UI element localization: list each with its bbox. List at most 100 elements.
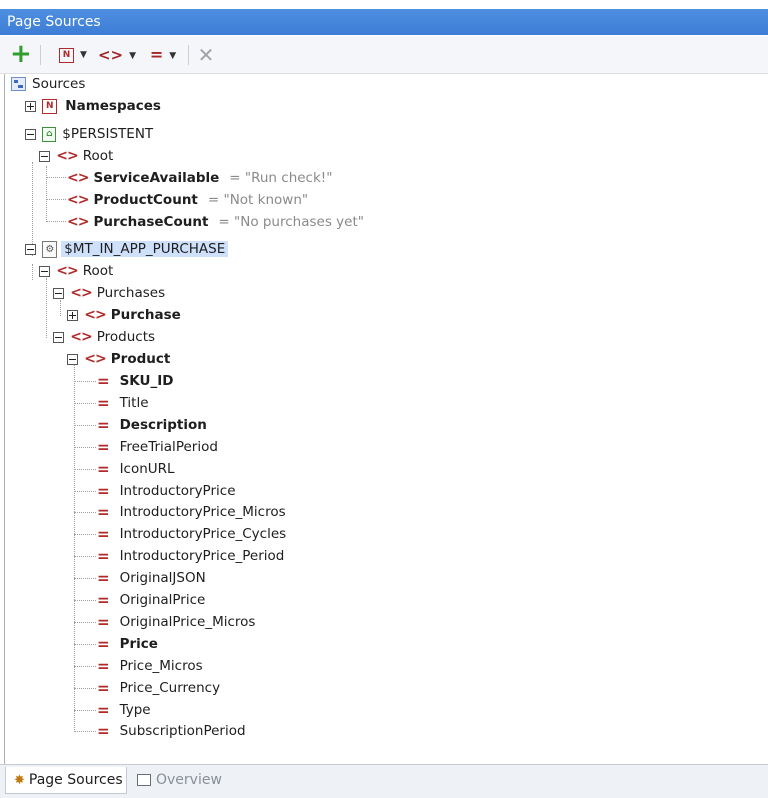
collapse-toggle[interactable]: [25, 243, 36, 255]
add-source-button[interactable]: +: [10, 41, 32, 67]
tree-node-product-field[interactable]: = Price: [97, 633, 158, 655]
tree-node-product-field[interactable]: = Description: [97, 414, 207, 436]
attribute-icon: =: [149, 45, 164, 64]
tree-node-mt-root[interactable]: <> Root: [39, 260, 113, 282]
tree-line: [74, 644, 96, 645]
sources-icon: [11, 77, 26, 91]
tree-line: [32, 264, 33, 280]
tree-node-product-field[interactable]: = OriginalJSON: [97, 567, 206, 589]
attribute-icon: =: [97, 416, 110, 434]
tree-node-product-field[interactable]: = SubscriptionPeriod: [97, 720, 246, 742]
tree-node-product[interactable]: <> Product: [67, 348, 170, 370]
attribute-icon: =: [97, 613, 110, 631]
tree-node-product-field[interactable]: = IntroductoryPrice_Period: [97, 545, 284, 567]
tree-line: [46, 221, 66, 222]
field-label: IntroductoryPrice: [119, 483, 236, 499]
attribute-icon: =: [97, 591, 110, 609]
add-attribute-button[interactable]: = ▼: [142, 44, 184, 66]
attribute-icon: =: [97, 635, 110, 653]
field-label: OriginalJSON: [119, 570, 206, 586]
namespace-icon: N: [59, 47, 75, 63]
element-icon: <>: [84, 351, 106, 367]
collapse-toggle[interactable]: [25, 128, 36, 140]
attribute-icon: =: [97, 394, 110, 412]
tree-line: [74, 534, 96, 535]
gear-document-icon: ⚙: [42, 240, 58, 258]
sources-tree: Sources N Namespaces ⌂ $PERSISTENT <> Root …: [4, 74, 768, 764]
tree-node-purchase-count[interactable]: <> PurchaseCount = "No purchases yet": [67, 211, 364, 233]
attribute-icon: =: [97, 438, 110, 456]
attribute-icon: =: [97, 722, 110, 740]
attribute-icon: =: [97, 460, 110, 478]
delete-button[interactable]: ✕: [195, 44, 217, 66]
tree-line: [74, 666, 96, 667]
tree-node-product-field[interactable]: = IntroductoryPrice_Micros: [97, 501, 286, 523]
expand-toggle[interactable]: [25, 100, 36, 112]
tree-line: [74, 512, 96, 513]
tree-node-product-field[interactable]: = SKU_ID: [97, 370, 173, 392]
tree-line: [74, 688, 96, 689]
tree-node-persistent-root[interactable]: <> Root: [39, 145, 113, 167]
collapse-toggle[interactable]: [67, 353, 78, 365]
tree-node-products[interactable]: <> Products: [53, 326, 155, 348]
bottom-tab-bar: ✸ Page Sources Overview: [0, 764, 768, 798]
tree-node-service-available[interactable]: <> ServiceAvailable = "Run check!": [67, 167, 332, 189]
tree-line: [74, 447, 96, 448]
collapse-toggle[interactable]: [53, 287, 64, 299]
tree-node-product-count[interactable]: <> ProductCount = "Not known": [67, 189, 308, 211]
tree-node-purchase[interactable]: <> Purchase: [67, 304, 181, 326]
collapse-toggle[interactable]: [39, 150, 50, 162]
chevron-down-icon[interactable]: ▼: [169, 51, 176, 61]
add-element-button[interactable]: <> ▼: [96, 44, 138, 66]
tree-node-mt-in-app-purchase[interactable]: ⚙ $MT_IN_APP_PURCHASE: [25, 238, 229, 260]
element-icon: <>: [67, 170, 89, 186]
attribute-icon: =: [97, 547, 110, 565]
tree-node-product-field[interactable]: = Price_Currency: [97, 677, 220, 699]
attribute-icon: =: [97, 657, 110, 675]
tree-node-purchases[interactable]: <> Purchases: [53, 282, 165, 304]
tree-node-product-field[interactable]: = Type: [97, 699, 151, 721]
collapse-toggle[interactable]: [53, 331, 64, 343]
tree-node-product-field[interactable]: = Title: [97, 392, 149, 414]
tree-node-product-field[interactable]: = IntroductoryPrice_Cycles: [97, 523, 286, 545]
tree-node-persistent[interactable]: ⌂ $PERSISTENT: [25, 123, 153, 145]
attribute-icon: =: [97, 679, 110, 697]
tab-overview[interactable]: Overview: [137, 767, 222, 794]
field-label: IntroductoryPrice_Period: [119, 548, 285, 564]
attribute-icon: =: [97, 701, 110, 719]
field-label: SubscriptionPeriod: [119, 723, 246, 739]
tree-node-namespaces[interactable]: N Namespaces: [25, 95, 161, 117]
tree-node-product-field[interactable]: = IconURL: [97, 458, 175, 480]
panel-title: Page Sources: [7, 14, 101, 30]
expand-toggle[interactable]: [67, 309, 78, 321]
tree-line: [74, 710, 96, 711]
toolbar-separator: [188, 45, 189, 65]
tree-node-product-field[interactable]: = FreeTrialPeriod: [97, 436, 218, 458]
field-label: IntroductoryPrice_Cycles: [119, 526, 287, 542]
add-namespace-button[interactable]: N ▼: [52, 44, 94, 66]
overview-icon: [137, 774, 151, 786]
chevron-down-icon[interactable]: ▼: [80, 50, 87, 60]
chevron-down-icon[interactable]: ▼: [129, 51, 136, 61]
tree-node-product-field[interactable]: = OriginalPrice: [97, 589, 205, 611]
attribute-icon: =: [97, 569, 110, 587]
tree-node-product-field[interactable]: = IntroductoryPrice: [97, 480, 236, 502]
tab-page-sources[interactable]: ✸ Page Sources: [5, 767, 127, 794]
element-icon: <>: [97, 46, 124, 64]
collapse-toggle[interactable]: [39, 265, 50, 277]
field-label: Price_Micros: [119, 658, 203, 674]
field-label: Price_Currency: [119, 680, 221, 696]
tree-node-product-field[interactable]: = Price_Micros: [97, 655, 203, 677]
element-icon: <>: [70, 329, 92, 345]
tree-node-sources[interactable]: Sources: [11, 73, 85, 95]
tree-line: [46, 278, 47, 338]
field-label: Title: [119, 395, 149, 411]
persistent-icon: ⌂: [42, 126, 57, 142]
tree-line: [74, 578, 96, 579]
element-icon: <>: [56, 263, 78, 279]
element-icon: <>: [56, 148, 78, 164]
tree-line: [74, 425, 96, 426]
tree-line: [74, 469, 96, 470]
attribute-icon: =: [97, 372, 110, 390]
tree-node-product-field[interactable]: = OriginalPrice_Micros: [97, 611, 255, 633]
